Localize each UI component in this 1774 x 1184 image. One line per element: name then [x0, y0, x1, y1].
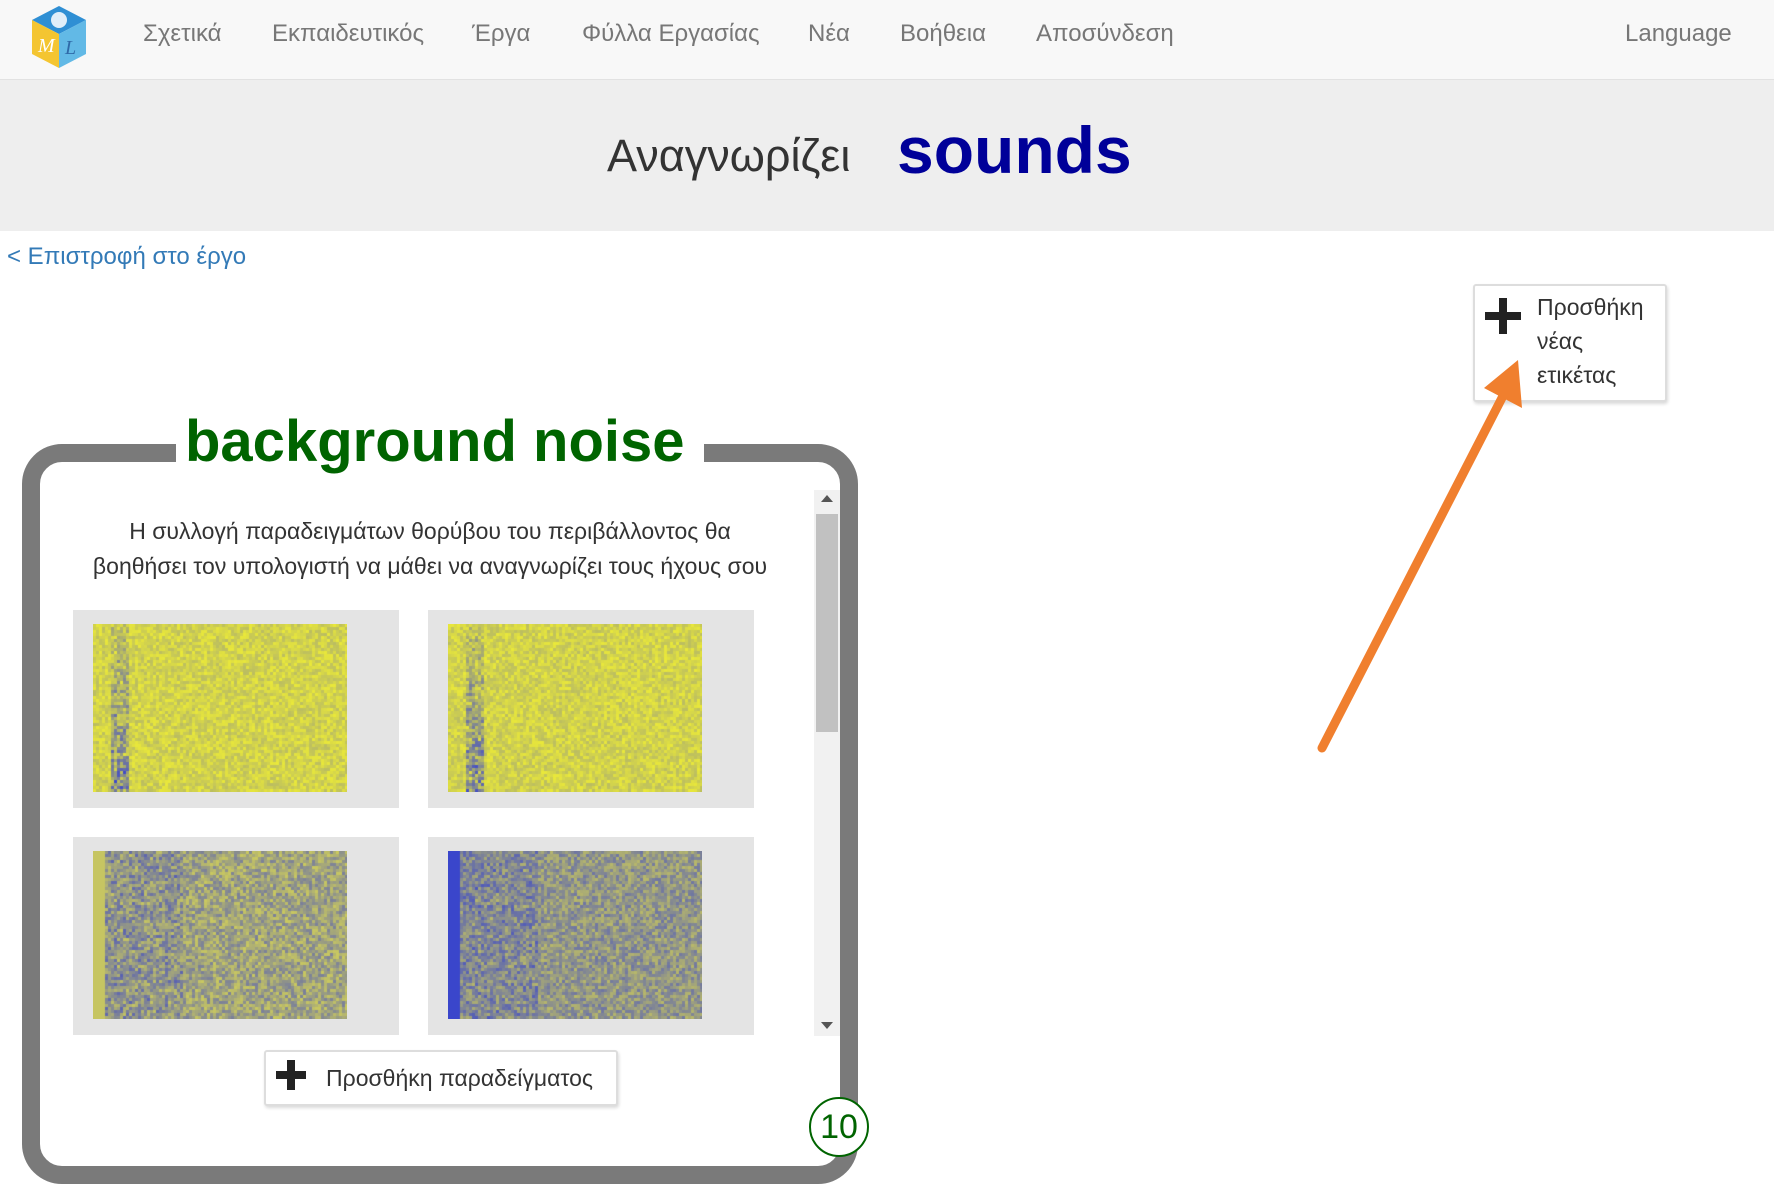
nav-teacher[interactable]: Εκπαιδευτικός [272, 20, 424, 48]
ml-logo-icon[interactable]: M L [28, 4, 90, 70]
add-example-button[interactable]: Προσθήκη παραδείγματος [264, 1050, 618, 1106]
example-sample[interactable] [428, 610, 754, 808]
example-count-badge: 10 [809, 1097, 869, 1157]
example-sample[interactable] [73, 837, 399, 1035]
plus-icon [276, 1060, 306, 1090]
nav-logout[interactable]: Αποσύνδεση [1036, 20, 1174, 48]
top-navbar: M L Σχετικά Εκπαιδευτικός Έργα Φύλλα Εργ… [0, 0, 1774, 80]
svg-text:M: M [37, 35, 56, 57]
nav-news[interactable]: Νέα [808, 20, 850, 48]
example-sample[interactable] [428, 837, 754, 1035]
example-sample[interactable] [73, 610, 399, 808]
back-to-project-link[interactable]: < Επιστροφή στο έργο [7, 243, 246, 271]
description-line: βοηθήσει τον υπολογιστή να μάθει να αναγ… [92, 553, 768, 579]
description-line: Η συλλογή παραδειγμάτων θορύβου του περι… [129, 518, 731, 544]
plus-icon [1485, 298, 1521, 334]
spectrogram-image [93, 851, 347, 1019]
label-description: Η συλλογή παραδειγμάτων θορύβου του περι… [60, 514, 800, 584]
nav-language[interactable]: Language [1625, 20, 1732, 48]
add-new-label-text: Προσθήκη νέας ετικέτας [1537, 290, 1661, 392]
scroll-up-arrow-icon[interactable] [821, 495, 833, 502]
scroll-down-arrow-icon[interactable] [821, 1022, 833, 1029]
svg-text:L: L [64, 37, 76, 59]
nav-worksheets[interactable]: Φύλλα Εργασίας [582, 20, 760, 48]
add-label-line: ετικέτας [1537, 362, 1617, 388]
spectrogram-image [448, 624, 702, 792]
add-example-label: Προσθήκη παραδείγματος [326, 1065, 594, 1091]
spectrogram-image [93, 624, 347, 792]
page-title-prefix: Αναγνωρίζει [607, 130, 851, 181]
nav-help[interactable]: Βοήθεια [900, 20, 986, 48]
add-label-line: Προσθήκη [1537, 294, 1644, 320]
page-header [0, 80, 1774, 231]
add-new-label-button[interactable]: Προσθήκη νέας ετικέτας [1473, 284, 1667, 402]
scrollbar-thumb[interactable] [816, 514, 838, 732]
label-title[interactable]: background noise [185, 408, 685, 475]
nav-about[interactable]: Σχετικά [143, 20, 222, 48]
add-label-line: νέας [1537, 328, 1584, 354]
nav-projects[interactable]: Έργα [472, 20, 530, 48]
spectrogram-image [448, 851, 702, 1019]
page-title-type: sounds [897, 113, 1132, 187]
